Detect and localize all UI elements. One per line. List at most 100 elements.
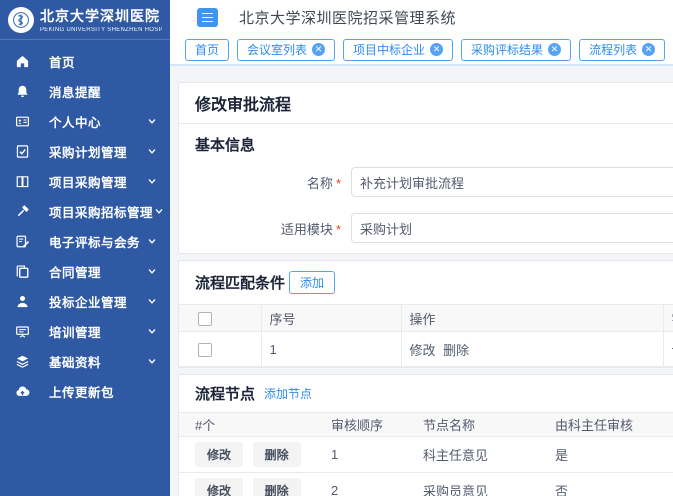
sidebar-item-e-evaluation[interactable]: 电子评标与会务 <box>0 226 170 256</box>
main-area: 北京大学深圳医院招采管理系统 首页 会议室列表 ✕ 项目中标企业 ✕ 采购评标结… <box>170 0 673 496</box>
page-content: 修改审批流程 基本信息 名称* 适用模块* 流程匹配条件 添加 <box>170 66 673 496</box>
sidebar-item-profile[interactable]: 个人中心 <box>0 106 170 136</box>
name-input[interactable] <box>351 167 673 197</box>
column-seq: 序号 <box>261 305 401 332</box>
tab-label: 采购评标结果 <box>471 41 543 58</box>
chevron-down-icon <box>146 235 158 247</box>
hamburger-menu-icon[interactable] <box>197 8 218 27</box>
contract-icon <box>14 263 30 279</box>
table-row: 修改 删除 1 科主任意见 是 <box>179 437 673 473</box>
presentation-icon <box>14 323 30 339</box>
home-icon <box>14 53 30 69</box>
add-node-link[interactable]: 添加节点 <box>264 385 312 402</box>
row-dept-head: 否 <box>543 473 673 496</box>
table-header-row: #个 审核顺序 节点名称 由科主任审核 <box>179 413 673 437</box>
sidebar-item-label: 上传更新包 <box>49 382 158 401</box>
close-icon[interactable]: ✕ <box>642 43 655 56</box>
tab-label: 流程列表 <box>589 41 637 58</box>
edit-document-icon <box>14 233 30 249</box>
sidebar-item-basic-data[interactable]: 基础资料 <box>0 346 170 376</box>
app-layout: 北京大学深圳医院 PEKING UNIVERSITY SHENZHEN HOSP… <box>0 0 673 496</box>
sidebar-item-home[interactable]: 首页 <box>0 46 170 76</box>
basic-info-card: 修改审批流程 基本信息 名称* 适用模块* <box>178 82 673 254</box>
flow-nodes-title: 流程节点 <box>195 383 255 404</box>
tab-bar: 首页 会议室列表 ✕ 项目中标企业 ✕ 采购评标结果 ✕ 流程列表 ✕ 流程 ✕ <box>170 35 673 66</box>
sidebar-item-label: 采购计划管理 <box>49 142 146 161</box>
sidebar-item-label: 项目采购招标管理 <box>49 202 153 221</box>
modify-button[interactable]: 修改 <box>195 442 243 467</box>
basic-info-section-title: 基本信息 <box>179 124 673 159</box>
tab-meeting-room-list[interactable]: 会议室列表 ✕ <box>237 39 335 61</box>
required-asterisk: * <box>336 176 341 191</box>
hospital-emblem-icon <box>8 7 34 33</box>
sidebar-item-label: 消息提醒 <box>49 82 158 101</box>
row-node-name: 科主任意见 <box>411 437 543 473</box>
sidebar-item-label: 个人中心 <box>49 112 146 131</box>
match-conditions-table: 序号 操作 字 1 修改 删除 计 <box>179 304 673 367</box>
row-checkbox[interactable] <box>198 343 212 357</box>
chevron-down-icon <box>146 295 158 307</box>
flow-nodes-table: #个 审核顺序 节点名称 由科主任审核 修改 删除 1 <box>179 412 673 496</box>
id-card-icon <box>14 113 30 129</box>
match-conditions-title: 流程匹配条件 <box>195 272 285 293</box>
module-input[interactable] <box>351 213 673 243</box>
delete-button[interactable]: 删除 <box>253 442 301 467</box>
flow-nodes-header: 流程节点 添加节点 <box>179 375 673 412</box>
row-order: 1 <box>319 437 411 473</box>
sidebar-item-bidder-management[interactable]: 投标企业管理 <box>0 286 170 316</box>
sidebar-item-label: 合同管理 <box>49 262 146 281</box>
sidebar-item-project-purchase[interactable]: 项目采购管理 <box>0 166 170 196</box>
name-field-label: 名称* <box>179 173 341 192</box>
person-icon <box>14 293 30 309</box>
delete-action[interactable]: 删除 <box>443 343 469 358</box>
tab-label: 会议室列表 <box>247 41 307 58</box>
cloud-upload-icon <box>14 383 30 399</box>
modify-action[interactable]: 修改 <box>410 343 436 358</box>
add-condition-button[interactable]: 添加 <box>289 271 335 294</box>
tab-process-list[interactable]: 流程列表 ✕ <box>579 39 665 61</box>
row-node-name: 采购员意见 <box>411 473 543 496</box>
tab-evaluation-results[interactable]: 采购评标结果 ✕ <box>461 39 571 61</box>
sidebar-item-project-bidding[interactable]: 项目采购招标管理 <box>0 196 170 226</box>
row-dept-head: 是 <box>543 437 673 473</box>
column-actions: 操作 <box>401 305 663 332</box>
flow-nodes-card: 流程节点 添加节点 #个 审核顺序 节点名称 由科主任审核 <box>178 374 673 496</box>
row-seq: 1 <box>261 332 401 367</box>
tab-home[interactable]: 首页 <box>185 39 229 61</box>
table-row: 1 修改 删除 计 <box>179 332 673 367</box>
chevron-down-icon <box>153 205 165 217</box>
sidebar: 北京大学深圳医院 PEKING UNIVERSITY SHENZHEN HOSP… <box>0 0 170 496</box>
table-header-row: 序号 操作 字 <box>179 305 673 332</box>
close-icon[interactable]: ✕ <box>312 43 325 56</box>
sidebar-item-purchase-plan[interactable]: 采购计划管理 <box>0 136 170 166</box>
hospital-name-en: PEKING UNIVERSITY SHENZHEN HOSPITAL <box>40 27 162 33</box>
sidebar-item-contract[interactable]: 合同管理 <box>0 256 170 286</box>
row-order: 2 <box>319 473 411 496</box>
sidebar-menu: 首页 消息提醒 个人中心 采购计划管理 <box>0 40 170 406</box>
chevron-down-icon <box>146 145 158 157</box>
sidebar-item-upload-package[interactable]: 上传更新包 <box>0 376 170 406</box>
close-icon[interactable]: ✕ <box>430 43 443 56</box>
close-icon[interactable]: ✕ <box>548 43 561 56</box>
tab-label: 首页 <box>195 41 219 58</box>
match-conditions-card: 流程匹配条件 添加 序号 操作 字 <box>178 260 673 368</box>
bell-icon <box>14 83 30 99</box>
delete-button[interactable]: 删除 <box>253 478 301 496</box>
table-row: 修改 删除 2 采购员意见 否 <box>179 473 673 496</box>
sidebar-item-label: 首页 <box>49 52 158 71</box>
modify-button[interactable]: 修改 <box>195 478 243 496</box>
sidebar-item-label: 培训管理 <box>49 322 146 341</box>
row-clipped-cell: 计 <box>663 332 673 367</box>
chevron-down-icon <box>146 325 158 337</box>
tab-label: 项目中标企业 <box>353 41 425 58</box>
tab-winning-bidders[interactable]: 项目中标企业 ✕ <box>343 39 453 61</box>
sidebar-item-messages[interactable]: 消息提醒 <box>0 76 170 106</box>
select-all-checkbox[interactable] <box>198 312 212 326</box>
chevron-down-icon <box>146 175 158 187</box>
sidebar-item-training[interactable]: 培训管理 <box>0 316 170 346</box>
module-field-row: 适用模块* <box>179 213 673 243</box>
sidebar-item-label: 项目采购管理 <box>49 172 146 191</box>
required-asterisk: * <box>336 222 341 237</box>
column-node-name: 节点名称 <box>411 413 543 437</box>
column-order: 审核顺序 <box>319 413 411 437</box>
